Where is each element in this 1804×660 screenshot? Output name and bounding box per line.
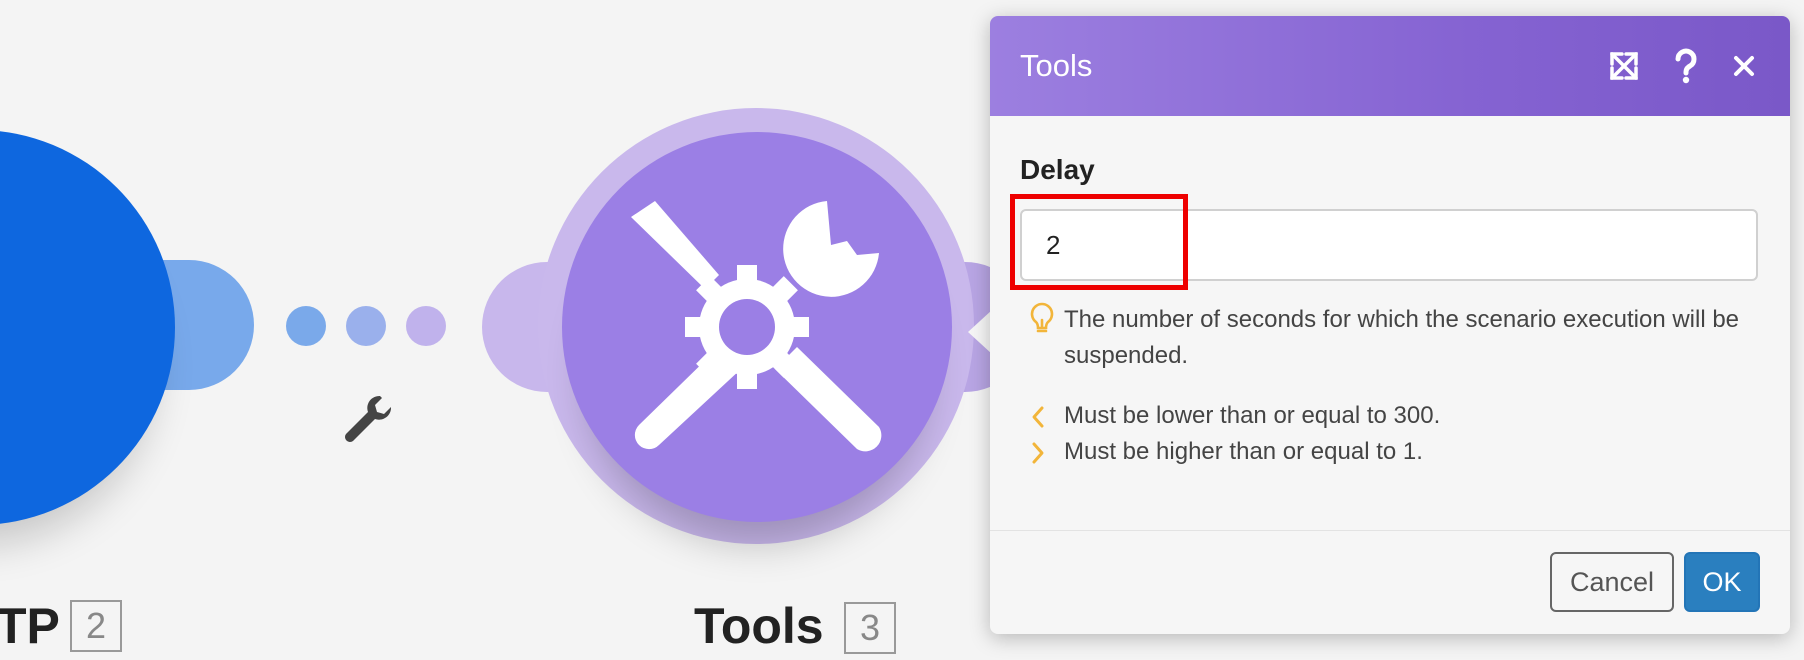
connector-dot	[286, 306, 326, 346]
tools-node-badge: 3	[844, 602, 896, 654]
wrench-icon[interactable]	[340, 392, 392, 444]
delay-field-label: Delay	[1020, 154, 1095, 185]
dialog-header: Tools	[990, 16, 1790, 116]
http-node-badge: 2	[70, 600, 122, 652]
cancel-button[interactable]: Cancel	[1550, 552, 1674, 612]
chevron-left-icon	[1032, 406, 1044, 428]
http-node-label: TP	[0, 598, 60, 654]
delay-rule-max: Must be lower than or equal to 300.	[1064, 402, 1441, 429]
chevron-right-icon	[1032, 442, 1044, 464]
modal-pointer	[968, 310, 992, 354]
expand-icon[interactable]	[1604, 46, 1644, 86]
tools-icon	[631, 201, 882, 452]
tools-node-label: Tools	[694, 598, 824, 654]
globe-icon	[0, 190, 20, 460]
lightbulb-icon	[1030, 302, 1054, 333]
ok-button[interactable]: OK	[1684, 552, 1760, 612]
help-icon[interactable]	[1666, 46, 1706, 86]
delay-rule-min: Must be higher than or equal to 1.	[1064, 438, 1423, 465]
dialog-footer-divider	[990, 530, 1790, 531]
module-settings-dialog: Tools Delay 2 The number of seconds for …	[990, 16, 1790, 634]
connector-dot	[346, 306, 386, 346]
delay-input[interactable]	[1020, 209, 1758, 281]
tools-module-node[interactable]	[562, 132, 952, 522]
http-module-node[interactable]	[0, 130, 175, 525]
connector-dot	[406, 306, 446, 346]
delay-hint-text: The number of seconds for which the scen…	[1064, 306, 1740, 369]
scenario-canvas: TP 2 Tools 3 Tools Delay 2 The number of…	[0, 0, 1804, 660]
close-icon[interactable]	[1724, 46, 1764, 86]
dialog-title: Tools	[1020, 48, 1093, 83]
